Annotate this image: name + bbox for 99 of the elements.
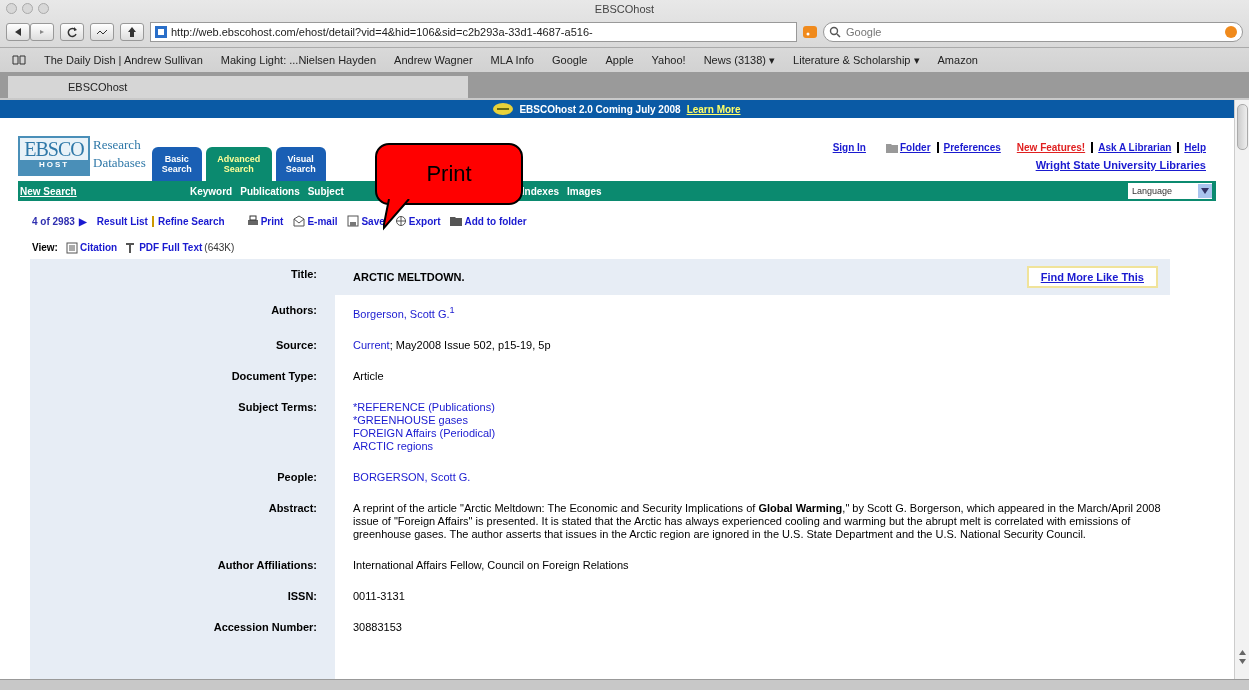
reload-button[interactable] [60,23,84,41]
field-label: Title: [289,267,318,282]
banner-text: EBSCOhost 2.0 Coming July 2008 [519,103,681,115]
toolbar-action[interactable]: Add to folder [450,215,527,227]
record-link[interactable]: Borgerson, Scott G.$^{1}$ [353,304,455,321]
field-label: ISSN: [286,588,318,604]
nav-link[interactable]: Subject [307,185,344,197]
window-minimize-button[interactable] [22,3,33,14]
toolbar-action[interactable]: Save [347,215,385,227]
header-link[interactable]: Sign In [832,142,866,153]
view-label: View: [32,242,58,253]
toolbar-action[interactable]: E-mail [293,215,338,227]
header-link[interactable]: Preferences [936,142,1001,153]
bookmark-link[interactable]: News (3138) ▾ [703,53,776,67]
view-format-link[interactable]: PDF Full Text (643K) [125,241,235,254]
field-value: 0011-3131 [353,589,406,603]
search-field[interactable]: Google [823,22,1243,42]
home-button[interactable] [120,23,144,41]
printer-icon [246,215,259,227]
address-field[interactable]: http://web.ebscohost.com/ehost/detail?vid=4&hid=106&sid=c2b293a-33d1-4687-a516- [150,22,797,42]
snapback-icon [1225,26,1237,38]
envelope-icon [293,215,306,227]
bookmark-link[interactable]: Making Light: ...Nielsen Hayden [220,54,377,66]
window-close-button[interactable] [6,3,17,14]
term-link[interactable]: *GREENHOUSE gases [353,413,468,427]
logo-caption: Research [93,136,142,154]
logo-caption: Databases [93,154,146,172]
browser-tab[interactable]: EBSCOhost [8,76,468,98]
nav-link[interactable]: Images [567,185,602,197]
window-zoom-button[interactable] [38,3,49,14]
header-link[interactable]: Help [1177,142,1206,153]
rss-icon [803,26,817,38]
source-text: Current; May2008 Issue 502, p15-19, 5p [353,338,551,351]
folder-link[interactable]: Folder [885,142,931,153]
bookmark-link[interactable]: Literature & Scholarship ▾ [793,53,920,67]
new-features-link[interactable]: New Features! [1016,142,1086,153]
term-link[interactable]: FOREIGN Affairs (Periodical) [353,426,496,440]
bookmark-link[interactable]: MLA Info [490,54,534,66]
search-tab[interactable]: Visual Search [275,147,326,181]
field-label: Source: [275,337,318,353]
scrollbar-thumb[interactable] [1236,104,1248,150]
institution-link[interactable]: Wright State University Libraries [1035,159,1206,171]
nav-link[interactable]: Keyword [190,185,233,197]
globe-icon [394,215,407,227]
folder-icon [450,215,463,227]
bookmark-link[interactable]: Google [551,54,588,66]
record-position: 4 of 2983 [32,215,75,227]
bookmark-link[interactable]: Yahoo! [651,54,686,66]
site-icon [155,26,167,38]
search-tab[interactable]: Advanced Search [205,147,272,181]
learn-more-link[interactable]: Learn More [686,103,741,115]
caret-icon [1201,188,1209,194]
logo-subtext: HOST [20,160,88,174]
scrollbar[interactable] [1234,100,1249,679]
list-icon [65,241,78,254]
bookmark-link[interactable]: Andrew Wagner [394,54,473,66]
folder-icon [885,142,898,153]
bookmark-link[interactable]: Amazon [937,54,978,66]
home-icon [126,26,138,38]
term-link[interactable]: *REFERENCE (Publications) [353,400,495,414]
language-dropdown[interactable]: Language [1128,183,1212,199]
record-link[interactable]: BORGERSON, Scott G. [353,470,471,484]
field-value: Article [353,369,385,383]
bookmark-link[interactable]: The Daily Dish | Andrew Sullivan [44,54,203,66]
callout-text: Print [426,161,472,187]
scroll-arrows-icon [1237,649,1247,665]
result-nav-link[interactable]: Result List [96,215,148,227]
header-link[interactable]: Ask A Librarian [1091,142,1172,153]
result-nav-link[interactable]: Refine Search [151,215,225,227]
term-link[interactable]: ARCTIC regions [353,439,434,453]
field-label: Document Type: [230,368,318,384]
field-label: Subject Terms: [237,399,318,415]
nav-link[interactable]: Indexes [521,185,560,197]
back-button[interactable] [6,23,30,41]
bookmark-add-button[interactable] [90,23,114,41]
search-icon [829,26,841,38]
new-search-link[interactable]: New Search [20,185,190,197]
window-title: EBSCOhost [594,2,655,15]
field-label: Author Affiliations: [216,557,318,573]
field-label: Accession Number: [212,619,318,635]
next-record-link[interactable]: ▶ [78,215,87,227]
bookmarks-icon [12,55,26,65]
toolbar-action[interactable]: Export [394,215,441,227]
search-tab[interactable]: Basic Search [151,147,202,181]
find-more-like-this-link[interactable]: Find More Like This [1026,266,1158,288]
field-value: A reprint of the article "Arctic Meltdown: The Economic and Security Implications of Global Warming," by Scott G. Borgerson, which appeared in the March/April 2008 issue of "Foreign Affairs" is presented. It is stated that the Arctic has always experienced cooling and warming but the abrupt melt is correlated with emissions of greenhouse gases. The author asserts that issues in the Arctic region are ignored in the U.S. State Department and the U.S. National Security Council. [353,501,1162,541]
nav-link[interactable]: Publications [240,185,300,197]
bookmark-link[interactable]: Apple [605,54,634,66]
ebsco-badge-icon [493,103,514,115]
logo-text: EBSCO [23,138,85,160]
reload-icon [66,26,78,38]
field-label: People: [276,469,318,485]
field-label: Authors: [270,303,318,318]
journal-link[interactable]: Current [353,338,390,351]
field-label: Abstract: [267,500,318,516]
field-value: 30883153 [353,620,403,634]
toolbar-action[interactable]: Print [246,215,284,227]
field-value: International Affairs Fellow, Council on Foreign Relations [353,558,630,572]
view-format-link[interactable]: Citation [65,241,118,254]
